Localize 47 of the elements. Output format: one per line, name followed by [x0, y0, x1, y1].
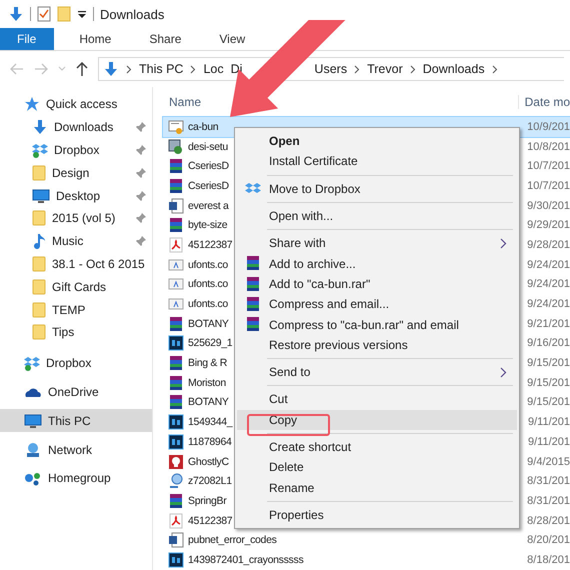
date-cell-text: 9/24/201 — [526, 258, 570, 271]
date-cell-text: 9/11/201 — [526, 416, 570, 428]
file-name: GhostlyC — [188, 456, 229, 468]
file-name: ufonts.co — [188, 258, 228, 271]
date-cell-text: 10/9/201 — [526, 120, 570, 133]
date-cell-text: 9/29/201 — [526, 219, 570, 232]
date-cell-text: 9/16/201 — [526, 337, 570, 350]
file-name: byte-size — [188, 219, 228, 232]
date-cell-text: 8/18/201 — [526, 554, 570, 566]
date-cell-text: 8/20/201 — [526, 534, 570, 546]
file-name: ufonts.co — [188, 298, 228, 310]
date-cell-text: 10/8/201 — [526, 140, 570, 153]
file-name: 1549344_ — [188, 416, 232, 428]
date-cell-text: 8/31/201 — [526, 475, 570, 488]
date-cell-text: 9/4/2015 — [526, 456, 570, 468]
date-cell-text: 9/15/201 — [526, 396, 570, 408]
window-title: Downloads — [100, 6, 164, 22]
file-name: CseriesD — [188, 180, 229, 192]
date-cell-text: 9/15/201 — [526, 357, 570, 370]
date-cell-text: 9/28/201 — [526, 238, 570, 251]
file-name: pubnet_error_codes — [188, 534, 277, 546]
file-name: ca-bun — [188, 120, 218, 133]
file-name: 45122387 — [188, 514, 232, 527]
file-name: SpringBr — [188, 494, 226, 507]
file-name: ufonts.co — [188, 278, 228, 290]
file-name: 1439872401_crayonsssss — [188, 554, 304, 566]
date-cell-text: 9/21/201 — [526, 318, 570, 330]
file-name: BOTANY — [188, 396, 229, 408]
file-name: everest a — [188, 200, 228, 212]
date-cell-text: 8/28/201 — [526, 514, 570, 527]
date-cell-text: 9/24/201 — [526, 278, 570, 290]
file-name: CseriesD — [188, 160, 229, 172]
date-cell-text: 9/30/201 — [526, 200, 570, 212]
date-cell-text: 10/7/201 — [526, 180, 570, 192]
file-name: desi-setu — [188, 140, 228, 153]
file-name: 45122387 — [188, 238, 232, 251]
file-name: 525629_1 — [188, 337, 232, 350]
date-cell-text: 8/31/201 — [526, 494, 570, 507]
date-cell-text: 9/11/201 — [526, 436, 570, 448]
file-name: z72082L1 — [188, 475, 232, 488]
date-cell-text: 9/15/201 — [526, 376, 570, 389]
date-cell-text: 10/7/201 — [526, 160, 570, 172]
file-name: Bing & R — [188, 357, 228, 370]
file-name: Moriston — [188, 376, 226, 389]
file-name: BOTANY — [188, 318, 229, 330]
date-cell-text: 9/24/201 — [526, 298, 570, 310]
file-name: 11878964 — [188, 436, 232, 448]
